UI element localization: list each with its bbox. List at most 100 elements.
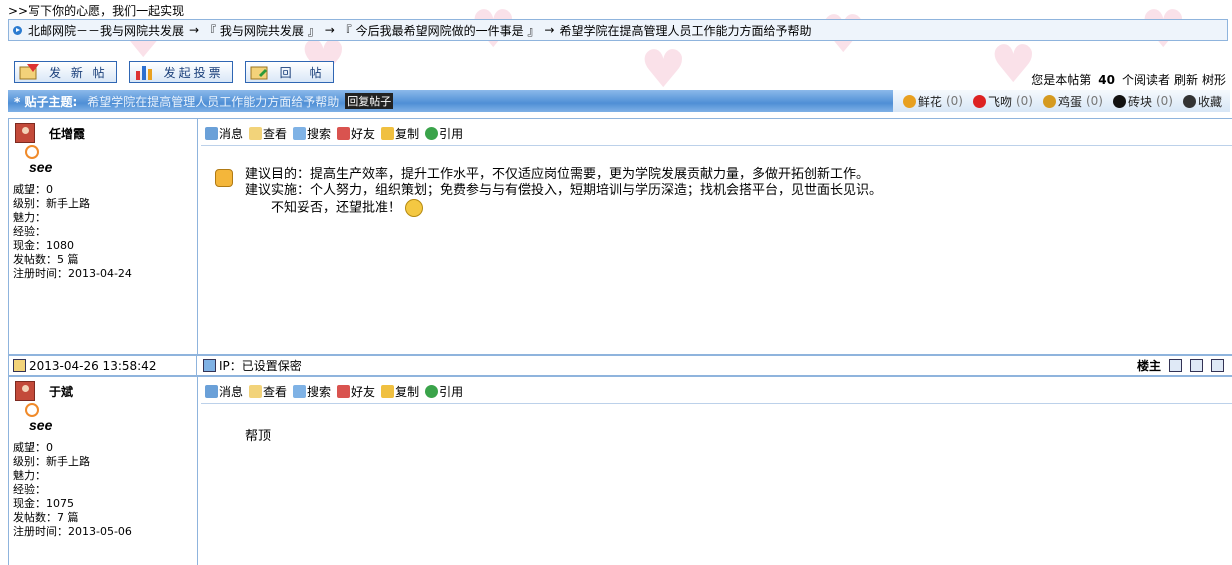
username[interactable]: 任增霞 [49, 125, 85, 142]
tool-view[interactable]: 查看 [249, 125, 287, 142]
friend-icon [337, 127, 351, 140]
stat-prestige: 威望：0 [13, 441, 53, 454]
stat-posts: 发帖数：5 篇 [13, 253, 79, 266]
reaction-label: 飞吻 [987, 94, 1012, 109]
reply-post-link[interactable]: 回复帖子 [345, 93, 394, 109]
reply-icon [250, 66, 268, 80]
breadcrumb-current: 希望学院在提高管理人员工作能力方面给予帮助 [559, 23, 812, 38]
stat-level: 级别：新手上路 [13, 197, 90, 210]
message-icon [205, 127, 218, 140]
user-stats: 威望：0 级别：新手上路 魅力： 经验： 现金：1080 发帖数：5 篇 注册时… [13, 183, 132, 281]
tool-friend[interactable]: 好友 [337, 125, 375, 142]
avatar[interactable] [15, 123, 35, 143]
quote-icon [425, 385, 439, 398]
read-count: 40 [1098, 72, 1115, 87]
reaction-flower[interactable]: 鲜花 (0) [902, 93, 963, 110]
refresh-link[interactable]: 刷新 [1174, 71, 1198, 88]
reply-label: 回 帖 [279, 65, 325, 80]
read-suffix: 个阅读者 [1121, 73, 1170, 87]
bomb-icon [1112, 94, 1126, 108]
new-post-button[interactable]: 发 新 帖 [14, 61, 117, 83]
tool-quote[interactable]: 引用 [425, 383, 463, 400]
tree-view-link[interactable]: 树形 [1202, 71, 1226, 88]
reply-button[interactable]: 回 帖 [244, 61, 334, 83]
new-post-icon [19, 64, 39, 80]
breadcrumb: 北邮网院－－我与网院共发展 → 『 我与网院共发展 』 → 『 今后我最希望网院… [8, 19, 1228, 41]
friend-icon [337, 385, 351, 398]
tool-message[interactable]: 消息 [205, 125, 243, 142]
post-content: 建议目的：提高生产效率，提升工作水平，不仅适应岗位需要，更为学院发展贡献力量，多… [245, 167, 883, 217]
tool-friend[interactable]: 好友 [337, 383, 375, 400]
ip-icon [203, 359, 216, 372]
reaction-kiss[interactable]: 飞吻 (0) [972, 93, 1033, 110]
owner-label: 楼主 [1136, 359, 1161, 373]
tool-message[interactable]: 消息 [205, 383, 243, 400]
view-icon [249, 385, 263, 398]
breadcrumb-item[interactable]: 北邮网院－－我与网院共发展 [28, 22, 184, 39]
heart-decoration: ♥ [990, 35, 1037, 95]
post-time-icon [13, 359, 26, 372]
stat-level: 级别：新手上路 [13, 455, 90, 468]
smiley-emoticon-icon [405, 199, 424, 217]
post-body: 消息 查看 搜索 好友 复制 引用 帮顶 [197, 377, 1232, 565]
manage-icon[interactable] [1169, 359, 1182, 372]
post-date: 2013-04-26 13:58:42 [9, 356, 197, 375]
reaction-label: 鸡蛋 [1057, 94, 1082, 109]
tool-copy[interactable]: 复制 [381, 383, 419, 400]
tool-copy[interactable]: 复制 [381, 125, 419, 142]
quote-reply-icon[interactable] [1211, 359, 1224, 372]
stat-regdate: 注册时间：2013-04-24 [13, 267, 132, 280]
kiss-icon [972, 94, 986, 108]
username[interactable]: 于斌 [49, 383, 73, 400]
edit-icon[interactable] [1190, 359, 1203, 372]
divider [201, 145, 1232, 146]
reaction-egg[interactable]: 鸡蛋 (0) [1042, 93, 1103, 110]
user-panel: 任增霞 see 威望：0 级别：新手上路 魅力： 经验： 现金：1080 发帖数… [9, 119, 198, 354]
stat-regdate: 注册时间：2013-05-06 [13, 525, 132, 538]
breadcrumb-item[interactable]: 『 今后我最希望网院做的一件事是 』 [340, 22, 540, 39]
reaction-bomb[interactable]: 砖块 (0) [1112, 93, 1173, 110]
message-icon [205, 385, 218, 398]
new-vote-label: 发起投票 [163, 65, 224, 80]
level-badge-icon [25, 403, 39, 417]
stat-cash: 现金：1080 [13, 239, 74, 252]
post-2: 于斌 see 威望：0 级别：新手上路 魅力： 经验： 现金：1075 发帖数：… [8, 376, 1232, 565]
new-vote-button[interactable]: 发起投票 [128, 61, 233, 83]
stat-cash: 现金：1075 [13, 497, 74, 510]
flower-icon [902, 94, 916, 108]
post-toolbar: 消息 查看 搜索 好友 复制 引用 [205, 125, 463, 142]
tool-quote[interactable]: 引用 [425, 125, 463, 142]
stat-posts: 发帖数：7 篇 [13, 511, 79, 524]
post-ip: IP：已设置保密 [197, 357, 302, 374]
post-body: 消息 查看 搜索 好友 复制 引用 建议目的：提高生产效率，提升工作水平，不仅适… [197, 119, 1232, 354]
stat-exp: 经验： [13, 483, 46, 496]
reaction-bookmark[interactable]: 收藏 [1182, 93, 1222, 110]
stat-exp: 经验： [13, 225, 46, 238]
reaction-bar: 鲜花 (0) 飞吻 (0) 鸡蛋 (0) 砖块 (0) 收藏 [892, 90, 1230, 112]
breadcrumb-sep: → [324, 23, 335, 37]
see-logo: see [29, 159, 53, 175]
reaction-count: (0) [1015, 94, 1033, 108]
topic-label: * 贴子主题: [14, 94, 78, 109]
avatar[interactable] [15, 381, 35, 401]
view-icon [249, 127, 263, 140]
reaction-label: 鲜花 [917, 94, 942, 109]
topic-title: 希望学院在提高管理人员工作能力方面给予帮助 [87, 94, 340, 109]
new-post-label: 发 新 帖 [49, 65, 108, 80]
post-1: 任增霞 see 威望：0 级别：新手上路 魅力： 经验： 现金：1080 发帖数… [8, 118, 1232, 355]
breadcrumb-sep: → [544, 23, 555, 37]
tool-search[interactable]: 搜索 [293, 383, 331, 400]
wish-link[interactable]: >>写下你的心愿，我们一起实现 [8, 2, 184, 19]
arrow-dot-icon [13, 25, 22, 35]
level-badge-icon [25, 145, 39, 159]
breadcrumb-item[interactable]: 『 我与网院共发展 』 [204, 22, 320, 39]
read-info: 您是本帖第 40 个阅读者 刷新 树形 [1031, 71, 1226, 88]
tool-view[interactable]: 查看 [249, 383, 287, 400]
post-1-footer: 2013-04-26 13:58:42 IP：已设置保密 楼主 [8, 355, 1232, 376]
topic-bar: * 贴子主题: 希望学院在提高管理人员工作能力方面给予帮助 回复帖子 鲜花 (0)… [8, 90, 1230, 112]
divider [201, 403, 1232, 404]
post-content: 帮顶 [245, 429, 272, 444]
tool-search[interactable]: 搜索 [293, 125, 331, 142]
stat-charm: 魅力： [13, 211, 46, 224]
post-actions: 楼主 [1137, 357, 1232, 374]
